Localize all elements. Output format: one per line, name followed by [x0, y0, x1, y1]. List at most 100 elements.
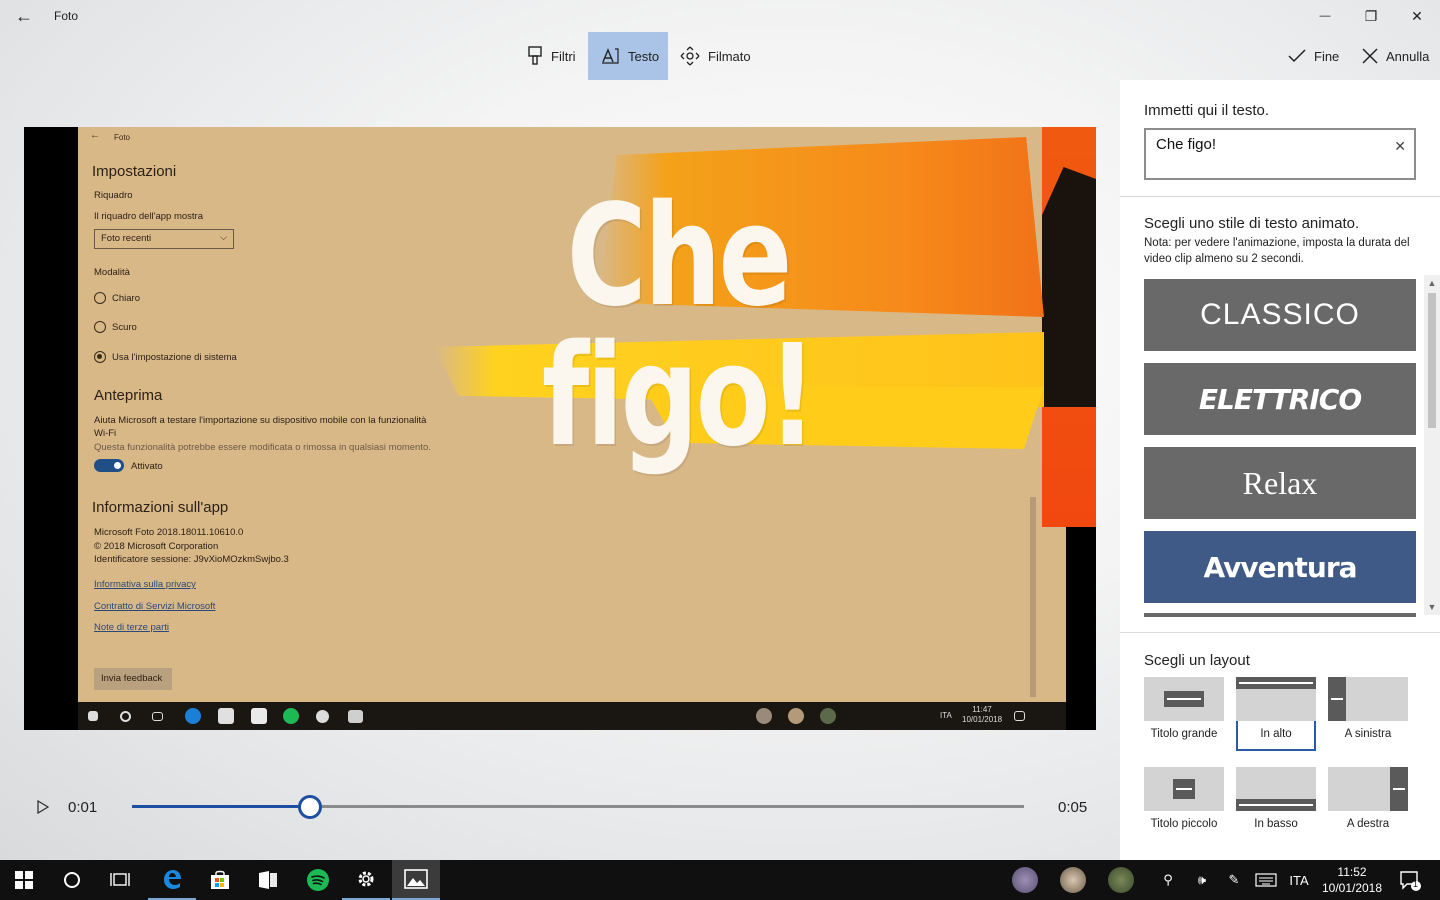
keyboard-icon[interactable]: [1252, 860, 1280, 900]
motion-button[interactable]: Filmato: [668, 32, 760, 80]
taskbar-store[interactable]: [196, 860, 244, 900]
done-button[interactable]: Fine: [1276, 32, 1346, 80]
layout-small-title[interactable]: Titolo piccolo: [1144, 767, 1224, 841]
style-note: Nota: per vedere l'animazione, imposta l…: [1144, 237, 1410, 265]
timeline-slider[interactable]: [132, 795, 1024, 819]
paint-brush-icon: [527, 46, 543, 66]
current-time: 0:01: [68, 799, 98, 816]
style-scrollbar[interactable]: ▲ ▼: [1424, 275, 1440, 615]
inner-clock: 11:47 10/01/2018: [962, 705, 1002, 725]
layout-right[interactable]: A destra: [1328, 767, 1408, 841]
layout-bottom[interactable]: In basso: [1236, 767, 1316, 841]
people-avatar[interactable]: [1012, 867, 1038, 893]
close-button[interactable]: ✕: [1394, 0, 1440, 32]
inner-third-party-link: Note di terze parti: [94, 622, 169, 633]
inner-taskbar: ITA 11:47 10/01/2018: [78, 702, 1066, 730]
layout-thumb: [1236, 767, 1316, 811]
style-elettrico[interactable]: ELETTRICO: [1144, 363, 1416, 435]
minimize-button[interactable]: —: [1302, 0, 1348, 32]
inner-preview-heading: Anteprima: [94, 387, 163, 404]
style-list: CLASSICO ELETTRICO Relax Avventura: [1144, 279, 1416, 617]
clear-text-icon[interactable]: ✕: [1394, 138, 1406, 155]
text-settings-panel: Immetti qui il testo. Che figo! ✕ Scegli…: [1120, 80, 1440, 860]
inner-toggle-label: Attivato: [131, 461, 163, 472]
text-input[interactable]: Che figo! ✕: [1144, 128, 1416, 180]
layout-thumb: [1328, 767, 1408, 811]
layout-grid: Titolo grande In alto A sinistra Titolo …: [1144, 677, 1416, 847]
layout-label: A destra: [1346, 818, 1390, 830]
start-button[interactable]: [0, 860, 48, 900]
taskbar-edge[interactable]: [148, 860, 196, 900]
spotify-icon: [307, 869, 329, 891]
taskbar-spotify[interactable]: [294, 860, 342, 900]
layout-top[interactable]: In alto: [1236, 677, 1316, 751]
taskbar-settings[interactable]: [342, 860, 390, 900]
text-input-value: Che figo!: [1156, 136, 1217, 153]
notification-count: 1: [1413, 879, 1419, 889]
play-button[interactable]: [34, 797, 52, 817]
language-indicator[interactable]: ITA: [1284, 860, 1314, 900]
layout-large-title[interactable]: Titolo grande: [1144, 677, 1224, 751]
inner-search-icon: [120, 711, 131, 722]
text-button[interactable]: Testo: [588, 32, 668, 80]
back-button[interactable]: ←: [8, 2, 40, 30]
inner-privacy-link: Informativa sulla privacy: [94, 579, 196, 590]
inner-feedback-button: Invia feedback: [94, 668, 172, 690]
taskbar-files[interactable]: [244, 860, 292, 900]
people-avatar[interactable]: [1108, 867, 1134, 893]
text-prompt: Immetti qui il testo.: [1144, 102, 1270, 119]
cancel-button[interactable]: Annulla: [1350, 32, 1440, 80]
layout-bar: [1164, 691, 1204, 707]
scroll-up-icon[interactable]: ▲: [1424, 275, 1440, 291]
maximize-button[interactable]: ❐: [1348, 0, 1394, 32]
search-button[interactable]: [48, 860, 96, 900]
inner-tile-dropdown: Foto recenti ⌵: [94, 229, 234, 249]
cancel-icon: [1362, 46, 1378, 66]
inner-tile-label: Il riquadro dell'app mostra: [94, 211, 204, 222]
video-preview[interactable]: ← Foto Impostazioni Riquadro Il riquadro…: [24, 127, 1096, 730]
filters-button[interactable]: Filtri: [515, 32, 587, 80]
layout-thumb: [1236, 677, 1316, 721]
style-heading: Scegli uno stile di testo animato.: [1144, 215, 1360, 232]
inner-about-line: Microsoft Foto 2018.18011.10610.0: [94, 527, 244, 538]
restore-icon: ❐: [1364, 7, 1378, 24]
taskbar-clock[interactable]: 11:52 10/01/2018: [1318, 864, 1386, 896]
inner-tile-section: Riquadro: [94, 190, 133, 201]
style-avventura[interactable]: Avventura: [1144, 531, 1416, 603]
style-classico[interactable]: CLASSICO: [1144, 279, 1416, 351]
inner-services-link: Contratto di Servizi Microsoft: [94, 601, 216, 612]
inner-radio-system-label: Usa l'impostazione di sistema: [112, 352, 237, 363]
people-icon[interactable]: ⚲: [1156, 860, 1180, 900]
cancel-label: Annulla: [1386, 48, 1430, 64]
inner-files-icon: [251, 708, 267, 724]
inner-avatar: [820, 708, 836, 724]
inner-radio-dark-label: Scuro: [112, 322, 137, 333]
pen-icon[interactable]: ✎: [1222, 860, 1246, 900]
scroll-thumb[interactable]: [1428, 293, 1436, 428]
inner-about-line: © 2018 Microsoft Corporation: [94, 541, 219, 552]
people-avatar[interactable]: [1060, 867, 1086, 893]
store-icon: [211, 870, 229, 889]
timeline-thumb[interactable]: [298, 795, 322, 819]
inner-store-icon: [218, 708, 234, 724]
inner-radio-system: [94, 351, 106, 363]
layout-left[interactable]: A sinistra: [1328, 677, 1408, 751]
taskbar-photos[interactable]: [392, 860, 440, 900]
action-center-button[interactable]: 1: [1394, 860, 1426, 900]
divider: [1120, 632, 1440, 633]
clock-time: 11:52: [1337, 865, 1367, 879]
inner-about-heading: Informazioni sull'app: [92, 499, 229, 516]
inner-avatar: [756, 708, 772, 724]
volume-icon[interactable]: 🕪: [1190, 860, 1214, 900]
inner-language: ITA: [940, 711, 952, 720]
layout-label: In basso: [1254, 818, 1298, 830]
inner-app-title: Foto: [114, 133, 131, 142]
scroll-down-icon[interactable]: ▼: [1424, 599, 1440, 615]
inner-notification-icon: [1014, 711, 1025, 721]
title-bar: ← Foto — ❐ ✕: [0, 0, 1440, 32]
style-relax[interactable]: Relax: [1144, 447, 1416, 519]
task-view-button[interactable]: [96, 860, 144, 900]
minimize-icon: —: [1319, 10, 1331, 22]
move-arrows-icon: [680, 46, 700, 66]
text-label: Testo: [628, 48, 660, 64]
